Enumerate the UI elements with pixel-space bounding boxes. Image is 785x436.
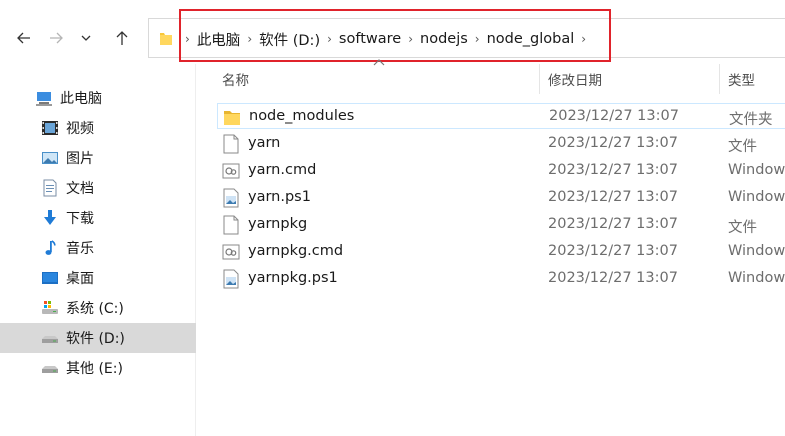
column-divider[interactable] bbox=[539, 64, 540, 94]
column-header-type[interactable]: 类型 bbox=[728, 64, 785, 94]
system-drive-icon bbox=[40, 299, 60, 317]
sidebar-item-label: 图片 bbox=[66, 151, 94, 167]
file-name: yarnpkg.ps1 bbox=[248, 270, 338, 286]
file-modified: 2023/12/27 13:07 bbox=[548, 135, 678, 151]
sidebar-item-pictures[interactable]: 图片 bbox=[0, 143, 196, 173]
chevron-down-icon bbox=[81, 35, 91, 41]
file-modified: 2023/12/27 13:07 bbox=[548, 216, 678, 232]
file-list: 名称 修改日期 类型 node_modules 2023/12/27 13:07… bbox=[197, 59, 785, 436]
sidebar-item-drive-c[interactable]: 系统 (C:) bbox=[0, 293, 196, 323]
file-name: yarn.cmd bbox=[248, 162, 317, 178]
drive-icon bbox=[40, 359, 60, 377]
list-item-node-modules[interactable]: node_modules 2023/12/27 13:07 文件夹 bbox=[217, 103, 785, 129]
document-icon bbox=[40, 179, 60, 197]
sidebar-item-label: 桌面 bbox=[66, 271, 94, 287]
ps1-file-icon bbox=[223, 269, 239, 289]
file-name: yarn.ps1 bbox=[248, 189, 311, 205]
file-modified: 2023/12/27 13:07 bbox=[548, 162, 678, 178]
sidebar-item-label: 文档 bbox=[66, 181, 94, 197]
sidebar-item-drive-d[interactable]: 软件 (D:) bbox=[0, 323, 196, 353]
file-modified: 2023/12/27 13:07 bbox=[548, 189, 678, 205]
file-type: 文件 bbox=[728, 139, 757, 155]
file-type: Window bbox=[728, 189, 785, 205]
highlight-annotation-box bbox=[179, 9, 611, 62]
list-item-yarnpkg-ps1[interactable]: yarnpkg.ps1 2023/12/27 13:07 Window bbox=[217, 266, 785, 292]
file-name: yarn bbox=[248, 135, 281, 151]
drive-icon bbox=[40, 329, 60, 347]
cmd-file-icon bbox=[222, 244, 240, 260]
back-button[interactable] bbox=[12, 26, 36, 50]
navigation-bar: › 此电脑 › 软件 (D:) › software › nodejs › no… bbox=[0, 0, 785, 64]
sidebar-item-label: 此电脑 bbox=[60, 91, 102, 107]
sidebar-item-videos[interactable]: 视频 bbox=[0, 113, 196, 143]
navigation-pane: 此电脑 视频 图片 文档 下载 音乐 桌面 系统 (C:) 软件 (D:) 其他… bbox=[0, 64, 196, 436]
sidebar-item-label: 软件 (D:) bbox=[66, 331, 125, 347]
file-modified: 2023/12/27 13:07 bbox=[548, 243, 678, 259]
folder-icon bbox=[160, 33, 172, 45]
computer-icon bbox=[34, 89, 54, 107]
file-name: yarnpkg bbox=[248, 216, 308, 232]
list-item-yarnpkg[interactable]: yarnpkg 2023/12/27 13:07 文件 bbox=[217, 212, 785, 238]
column-divider[interactable] bbox=[719, 64, 720, 94]
file-name: yarnpkg.cmd bbox=[248, 243, 344, 259]
file-type: 文件 bbox=[728, 220, 757, 236]
download-icon bbox=[40, 209, 60, 227]
picture-icon bbox=[40, 149, 60, 167]
up-button[interactable] bbox=[110, 26, 134, 50]
sidebar-item-label: 音乐 bbox=[66, 241, 94, 257]
list-item-yarnpkg-cmd[interactable]: yarnpkg.cmd 2023/12/27 13:07 Window bbox=[217, 239, 785, 265]
sidebar-item-desktop[interactable]: 桌面 bbox=[0, 263, 196, 293]
sidebar-item-label: 其他 (E:) bbox=[66, 361, 123, 377]
sidebar-item-label: 视频 bbox=[66, 121, 94, 137]
arrow-right-icon bbox=[50, 32, 63, 44]
arrow-up-icon bbox=[116, 31, 128, 45]
file-modified: 2023/12/27 13:07 bbox=[549, 108, 679, 124]
folder-icon bbox=[224, 111, 240, 125]
list-item-yarn-cmd[interactable]: yarn.cmd 2023/12/27 13:07 Window bbox=[217, 158, 785, 184]
sidebar-item-documents[interactable]: 文档 bbox=[0, 173, 196, 203]
file-icon bbox=[223, 134, 239, 154]
video-icon bbox=[40, 119, 60, 137]
file-type: Window bbox=[728, 243, 785, 259]
sidebar-item-label: 系统 (C:) bbox=[66, 301, 124, 317]
arrow-left-icon bbox=[17, 32, 30, 44]
ps1-file-icon bbox=[223, 188, 239, 208]
list-item-yarn[interactable]: yarn 2023/12/27 13:07 文件 bbox=[217, 131, 785, 157]
forward-button[interactable] bbox=[44, 26, 68, 50]
sidebar-item-downloads[interactable]: 下载 bbox=[0, 203, 196, 233]
sidebar-item-drive-e[interactable]: 其他 (E:) bbox=[0, 353, 196, 383]
music-icon bbox=[40, 239, 60, 257]
file-name: node_modules bbox=[249, 108, 355, 124]
sidebar-item-music[interactable]: 音乐 bbox=[0, 233, 196, 263]
column-header-name[interactable]: 名称 bbox=[222, 64, 542, 94]
recent-locations-button[interactable] bbox=[74, 26, 98, 50]
column-header-modified[interactable]: 修改日期 bbox=[548, 64, 718, 94]
file-modified: 2023/12/27 13:07 bbox=[548, 270, 678, 286]
file-icon bbox=[223, 215, 239, 235]
desktop-icon bbox=[40, 269, 60, 287]
list-item-yarn-ps1[interactable]: yarn.ps1 2023/12/27 13:07 Window bbox=[217, 185, 785, 211]
sidebar-item-label: 下载 bbox=[66, 211, 94, 227]
file-type: Window bbox=[728, 162, 785, 178]
file-type: Window bbox=[728, 270, 785, 286]
sidebar-item-this-pc[interactable]: 此电脑 bbox=[0, 83, 196, 113]
cmd-file-icon bbox=[222, 163, 240, 179]
file-type: 文件夹 bbox=[729, 112, 773, 128]
